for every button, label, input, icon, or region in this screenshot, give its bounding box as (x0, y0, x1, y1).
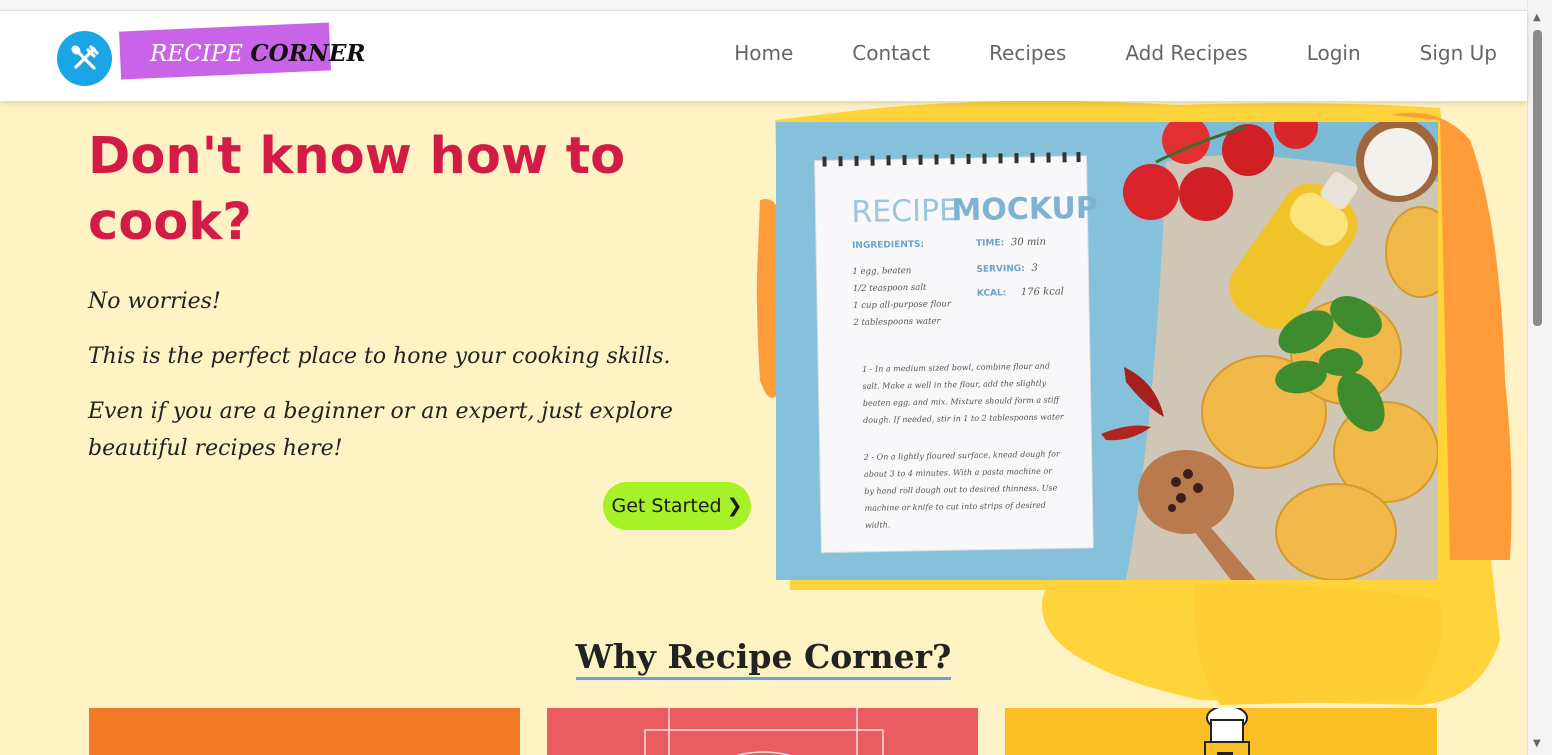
hero-title: Don't know how to cook? (88, 127, 626, 252)
mockup-heading-bold: MOCKUP (951, 191, 1098, 229)
feature-card-2 (547, 708, 978, 755)
scroll-thumb[interactable] (1533, 30, 1542, 326)
hero-line-3: Even if you are a beginner or an expert,… (88, 399, 673, 461)
scroll-down-icon[interactable]: ▼ (1533, 738, 1541, 749)
serving-value: 3 (1031, 263, 1038, 274)
step2-line-5: width. (865, 520, 891, 529)
kcal-label: KCAL: (977, 288, 1007, 299)
notebook: RECIPE MOCKUP INGREDIENTS: 1 egg, beaten… (814, 152, 1098, 554)
kcal-value: 176 kcal (1021, 286, 1064, 298)
card-illustration (644, 708, 884, 755)
why-title: Why Recipe Corner? (0, 637, 1527, 680)
ingredient-3: 1 cup all-purpose flour (853, 299, 952, 311)
chevron-right-icon: ❯ (726, 495, 743, 517)
ingredients-label: INGREDIENTS: (852, 240, 924, 251)
nav-contact[interactable]: Contact (852, 41, 930, 65)
ingredient-1: 1 egg, beaten (852, 266, 911, 277)
brand-name[interactable]: RECIPE CORNER (150, 40, 366, 67)
serving-label: SERVING: (976, 264, 1025, 275)
nav-sign-up[interactable]: Sign Up (1420, 41, 1497, 65)
navbar: RECIPE CORNER Home Contact Recipes Add R… (0, 11, 1527, 101)
why-title-text: Why Recipe Corner? (575, 637, 952, 680)
get-started-label: Get Started (611, 495, 722, 517)
time-value: 30 min (1011, 237, 1046, 249)
hero-description: No worries! This is the perfect place to… (88, 283, 688, 485)
scrollbar[interactable]: ▲ ▼ (1527, 0, 1552, 755)
nav-recipes[interactable]: Recipes (989, 41, 1066, 65)
nav-links: Home Contact Recipes Add Recipes Login S… (675, 41, 1497, 65)
feature-card-3 (1005, 705, 1437, 755)
chef-icon (1204, 705, 1250, 755)
hero-line-1: No worries! (88, 289, 221, 314)
nav-home[interactable]: Home (734, 41, 793, 65)
get-started-button[interactable]: Get Started ❯ (603, 482, 751, 530)
ingredient-4: 2 tablespoons water (852, 316, 941, 328)
ingredient-2: 1/2 teaspoon salt (853, 283, 927, 294)
nav-login[interactable]: Login (1307, 41, 1361, 65)
feature-card-1 (89, 708, 520, 755)
time-label: TIME: (976, 238, 1004, 248)
nav-add-recipes[interactable]: Add Recipes (1125, 41, 1247, 65)
scroll-up-icon[interactable]: ▲ (1533, 12, 1541, 23)
hero-line-2: This is the perfect place to hone your c… (88, 344, 671, 369)
mockup-heading-light: RECIPE (851, 193, 958, 230)
hero-image: RECIPE MOCKUP INGREDIENTS: 1 egg, beaten… (776, 122, 1438, 580)
logo-icon[interactable] (57, 31, 112, 86)
